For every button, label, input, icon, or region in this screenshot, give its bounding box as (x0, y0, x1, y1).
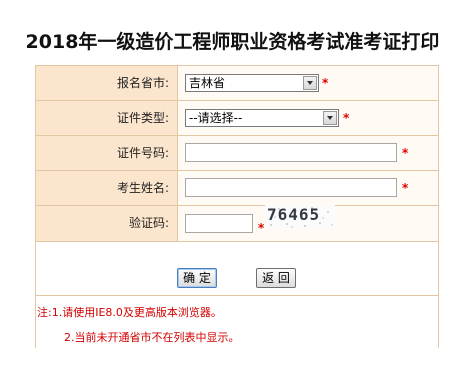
form-row-buttons (36, 242, 438, 296)
province-select[interactable]: 吉林省 (185, 74, 319, 92)
captcha-required-mark: * (258, 221, 265, 235)
note-line-2: 2.当前未开通省市不在列表中显示。 (64, 331, 240, 344)
id-number-input[interactable] (185, 143, 397, 162)
confirm-button[interactable]: 确 定 (177, 268, 217, 288)
name-required-mark: * (402, 181, 409, 195)
captcha-label: 验证码: (36, 206, 178, 241)
id-type-selected-value: --请选择-- (189, 111, 243, 125)
id-number-label: 证件号码: (36, 136, 178, 170)
id-type-select[interactable]: --请选择-- (185, 109, 339, 127)
name-label: 考生姓名: (36, 171, 178, 205)
name-input[interactable] (185, 178, 397, 197)
back-button[interactable]: 返 回 (256, 268, 296, 288)
id-type-label: 证件类型: (36, 101, 178, 135)
captcha-code: 76465 (267, 205, 321, 224)
note-line-1: 注:1.请使用IE8.0及更高版本浏览器。 (37, 306, 222, 319)
province-required-mark: * (322, 76, 329, 90)
province-label: 报名省市: (36, 66, 178, 100)
captcha-input[interactable] (185, 214, 253, 233)
page-title: 2018年一级造价工程师职业资格考试准考证打印 (25, 31, 440, 53)
id-number-required-mark: * (402, 146, 409, 160)
province-selected-value: 吉林省 (189, 76, 226, 90)
chevron-down-icon[interactable] (323, 111, 337, 125)
chevron-down-icon[interactable] (303, 76, 317, 90)
id-type-required-mark: * (343, 111, 350, 125)
captcha-image[interactable]: 76465 (265, 205, 335, 229)
